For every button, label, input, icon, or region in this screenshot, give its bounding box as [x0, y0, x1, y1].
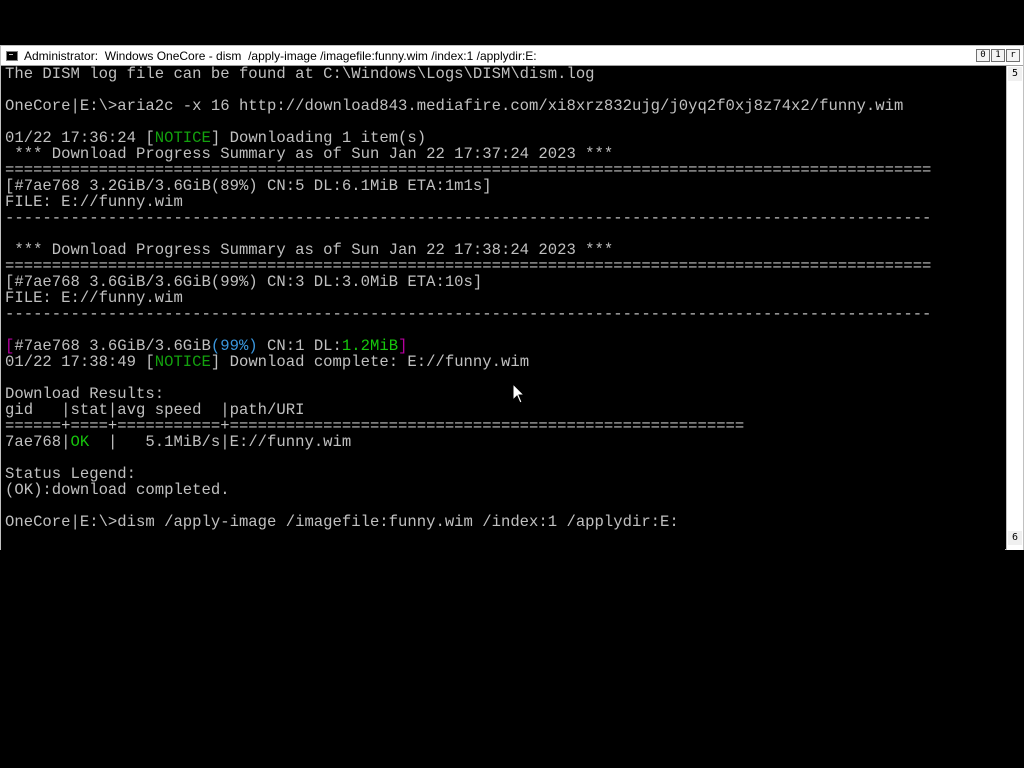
timestamp: 01/22 17:38:49 [: [5, 353, 155, 371]
console-line: 01/22 17:36:24 [NOTICE] Downloading 1 it…: [5, 130, 426, 146]
console-icon[interactable]: [6, 51, 18, 61]
command-prompt-line: OneCore|E:\>dism /apply-image /imagefile…: [5, 513, 679, 531]
console-line: [#7ae768 3.2GiB/3.6GiB(89%) CN:5 DL:6.1M…: [5, 177, 492, 195]
separator-line: ----------------------------------------…: [5, 209, 932, 227]
console-line: Download Results:: [5, 385, 165, 403]
results-header: gid |stat|avg speed |path/URI: [5, 401, 305, 419]
minimize-button[interactable]: 0: [976, 49, 990, 62]
title-bar[interactable]: Administrator: Windows OneCore - dism /a…: [1, 46, 1023, 66]
separator-line: ========================================…: [5, 161, 932, 179]
separator-line: ----------------------------------------…: [5, 305, 932, 323]
result-gid: 7ae768|: [5, 433, 71, 451]
separator-line: ========================================…: [5, 257, 932, 275]
console-line: *** Download Progress Summary as of Sun …: [5, 241, 614, 259]
console-output[interactable]: The DISM log file can be found at C:\Win…: [1, 66, 1005, 550]
console-line: FILE: E://funny.wim: [5, 193, 183, 211]
console-line: OneCore|E:\>aria2c -x 16 http://download…: [5, 97, 904, 115]
console-window: Administrator: Windows OneCore - dism /a…: [0, 45, 1024, 550]
console-line: Status Legend:: [5, 465, 137, 483]
maximize-button[interactable]: 1: [991, 49, 1005, 62]
console-line: 01/22 17:38:49 [NOTICE] Download complet…: [5, 354, 529, 370]
message-text: ] Download complete: E://funny.wim: [210, 353, 530, 371]
console-line: (OK):download completed.: [5, 481, 230, 499]
scroll-down-button[interactable]: 6: [1008, 531, 1022, 545]
window-title: Administrator: Windows OneCore - dism /a…: [24, 49, 537, 63]
progress-line: [#7ae768 3.6GiB/3.6GiB(99%) CN:1 DL:1.2M…: [5, 338, 407, 354]
result-details: | 5.1MiB/s|E://funny.wim: [89, 433, 352, 451]
console-line: *** Download Progress Summary as of Sun …: [5, 145, 614, 163]
scroll-up-button[interactable]: 5: [1008, 67, 1022, 81]
separator-line: ======+====+===========+================…: [5, 417, 745, 435]
result-status: OK: [70, 433, 90, 451]
window-controls: 0 1 r: [976, 49, 1020, 62]
console-line: [#7ae768 3.6GiB/3.6GiB(99%) CN:3 DL:3.0M…: [5, 273, 483, 291]
console-line: FILE: E://funny.wim: [5, 289, 183, 307]
console-line: The DISM log file can be found at C:\Win…: [5, 66, 595, 83]
mouse-pointer-icon: [512, 383, 526, 404]
notice-tag: NOTICE: [154, 353, 211, 371]
close-button[interactable]: r: [1006, 49, 1020, 62]
vertical-scrollbar[interactable]: 5 6: [1006, 66, 1023, 550]
results-row: 7ae768|OK | 5.1MiB/s|E://funny.wim: [5, 434, 351, 450]
